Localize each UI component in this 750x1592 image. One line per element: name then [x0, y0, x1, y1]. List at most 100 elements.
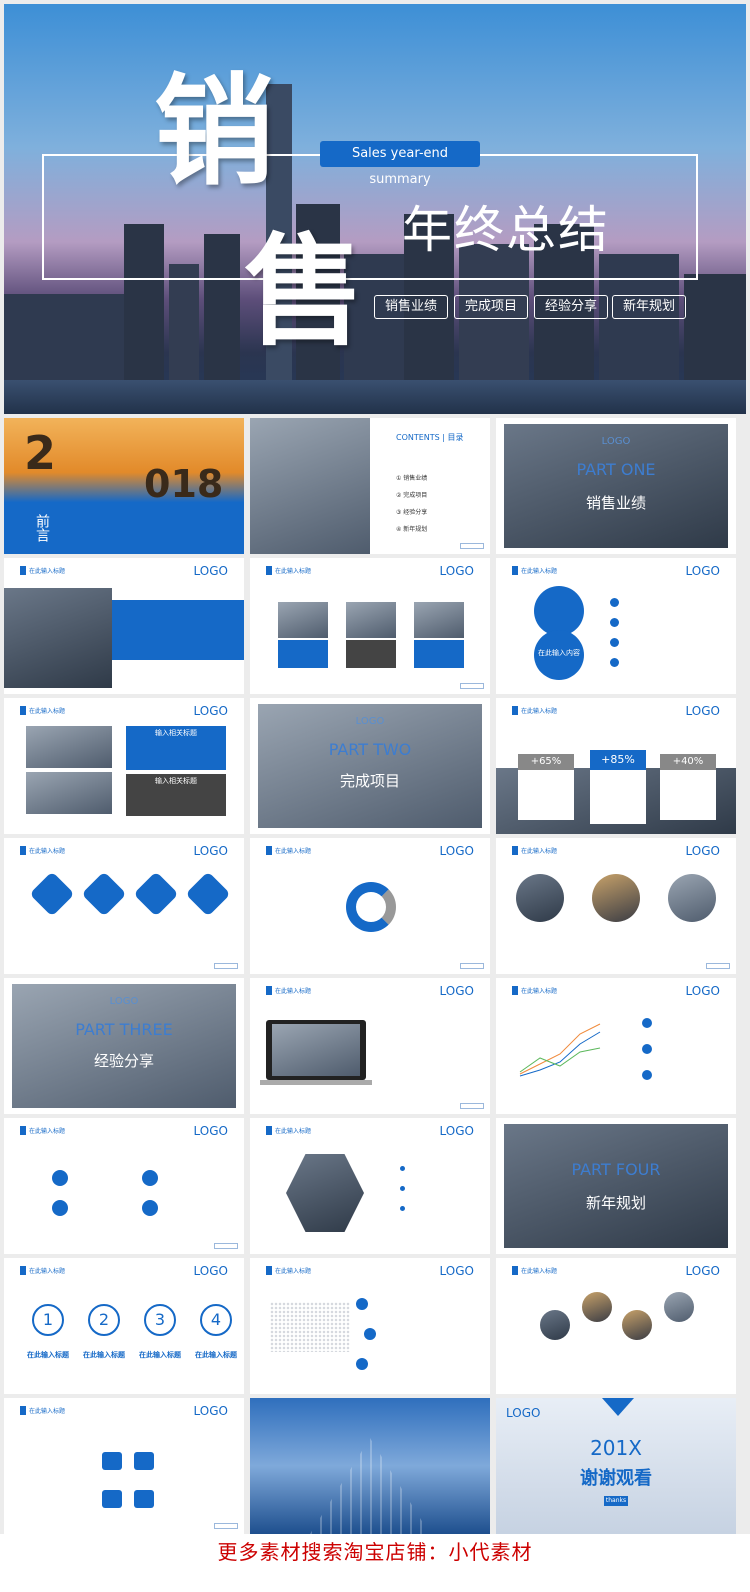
bullet-3 — [610, 638, 619, 647]
hero-char-2: 售 — [244, 221, 364, 362]
number-3: 3 — [144, 1304, 176, 1336]
photo-bottom — [26, 772, 112, 814]
slide-header: 在此输入标题 — [512, 566, 557, 575]
slide-preface: 2 018 前言 — [4, 418, 244, 554]
slide-header: 在此输入标题 — [512, 986, 557, 995]
page-indicator — [460, 1103, 484, 1109]
slide-building — [250, 1398, 490, 1534]
slide-logo: LOGO — [439, 844, 474, 858]
part-four-label: PART FOUR — [571, 1160, 661, 1179]
tag-projects: 完成项目 — [454, 295, 528, 319]
page-indicator — [460, 543, 484, 549]
part-two-label: PART TWO — [328, 740, 412, 759]
slide-header: 在此输入标题 — [266, 846, 311, 855]
diamond-icon — [185, 871, 231, 917]
tag-experience: 经验分享 — [534, 295, 608, 319]
slide-percent: 在此输入标题 LOGO +65% +85% +40% — [496, 698, 736, 834]
number-1: 1 — [32, 1304, 64, 1336]
slide-header: 在此输入标题 — [266, 566, 311, 575]
contents-item-label: 经验分享 — [403, 509, 428, 516]
contents-item: ② 完成项目 — [396, 492, 428, 499]
slide-input-titles: 在此输入标题 LOGO 输入相关标题 输入相关标题 — [4, 698, 244, 834]
part-two-logo: LOGO — [355, 716, 385, 727]
slide-logo: LOGO — [439, 1264, 474, 1278]
square-icon — [102, 1452, 122, 1470]
preface-panel — [4, 504, 104, 554]
slide-contents: CONTENTS | 目录 ① 销售业绩 ② 完成项目 ③ 经验分享 ④ 新年规… — [250, 418, 490, 554]
number-2: 2 — [88, 1304, 120, 1336]
year-2: 2 — [24, 426, 57, 480]
part-one-title: 销售业绩 — [585, 494, 646, 512]
thanks-logo: LOGO — [506, 1406, 541, 1420]
team-photo — [346, 602, 396, 638]
circle-photo — [664, 1292, 694, 1322]
slide-logo: LOGO — [439, 564, 474, 578]
contents-item: ① 销售业绩 — [396, 475, 428, 482]
feature-icon — [142, 1200, 158, 1216]
slide-logo: LOGO — [685, 1264, 720, 1278]
percent-card — [590, 770, 646, 824]
feature-icon — [52, 1170, 68, 1186]
slide-header: 在此输入标题 — [266, 1126, 311, 1135]
slide-part-four: PART FOUR 新年规划 — [496, 1118, 736, 1254]
input-title-1: 输入相关标题 — [155, 729, 197, 737]
slide-numbers: 在此输入标题 LOGO 1 2 3 4 在此输入标题 在此输入标题 在此输入标题… — [4, 1258, 244, 1394]
part-one-label: PART ONE — [576, 460, 656, 479]
hero-title: 年终总结 — [402, 201, 610, 259]
contents-title: CONTENTS | 目录 — [396, 433, 464, 442]
diamond-icon — [29, 871, 75, 917]
circle-photo — [516, 874, 564, 922]
content-circle-label: 在此输入内容 — [538, 649, 580, 657]
contents-item: ④ 新年规划 — [396, 526, 428, 533]
part-three-title: 经验分享 — [93, 1052, 154, 1070]
slide-logo: LOGO — [685, 984, 720, 998]
slide-header: 在此输入标题 — [512, 706, 557, 715]
hex-bullet — [400, 1206, 405, 1211]
page-indicator — [214, 1243, 238, 1249]
part-one-logo: LOGO — [601, 436, 631, 447]
diamond-icon — [81, 871, 127, 917]
handshake-icon — [534, 586, 584, 636]
slide-logo: LOGO — [439, 984, 474, 998]
percent-2: +85% — [590, 750, 646, 770]
photo-top — [26, 726, 112, 768]
thanks-arrow — [602, 1398, 634, 1416]
team-caption — [346, 640, 396, 668]
square-icon — [134, 1452, 154, 1470]
slide-header: 在此输入标题 — [512, 1266, 557, 1275]
building — [169, 264, 199, 384]
contents-item: ③ 经验分享 — [396, 509, 428, 516]
page-indicator — [460, 963, 484, 969]
page-indicator — [214, 963, 238, 969]
contents-item-label: 销售业绩 — [403, 475, 428, 482]
number-4: 4 — [200, 1304, 232, 1336]
contents-photo — [250, 418, 370, 554]
office-photo — [4, 588, 112, 688]
footer-text[interactable]: 更多素材搜索淘宝店铺：小代素材 — [0, 1536, 750, 1565]
slide-logo: LOGO — [439, 1124, 474, 1138]
percent-3: +40% — [660, 754, 716, 770]
slide-header: 在此输入标题 — [20, 1266, 65, 1275]
number-title: 在此输入标题 — [139, 1351, 181, 1359]
feature-icon — [142, 1170, 158, 1186]
tag-plan: 新年规划 — [612, 295, 686, 319]
slide-laptop: 在此输入标题 LOGO — [250, 978, 490, 1114]
number-title: 在此输入标题 — [195, 1351, 237, 1359]
slide-header: 在此输入标题 — [20, 1126, 65, 1135]
building — [684, 274, 746, 384]
percent-1: +65% — [518, 754, 574, 770]
slide-header: 在此输入标题 — [20, 1406, 65, 1415]
slide-part-one: LOGO PART ONE 销售业绩 — [496, 418, 736, 554]
slide-photo-circles: 在此输入标题 LOGO — [496, 1258, 736, 1394]
tag-sales: 销售业绩 — [374, 295, 448, 319]
slide-header: 在此输入标题 — [266, 1266, 311, 1275]
intro-blue-panel — [112, 600, 244, 660]
square-icon — [102, 1490, 122, 1508]
subtitle-pill: Sales year-end summary — [320, 141, 480, 187]
laptop-base — [260, 1080, 372, 1085]
circle-photo — [592, 874, 640, 922]
chart-bullet — [642, 1070, 652, 1080]
slide-intro: 在此输入标题 LOGO — [4, 558, 244, 694]
number-title: 在此输入标题 — [83, 1351, 125, 1359]
circle-photo — [622, 1310, 652, 1340]
